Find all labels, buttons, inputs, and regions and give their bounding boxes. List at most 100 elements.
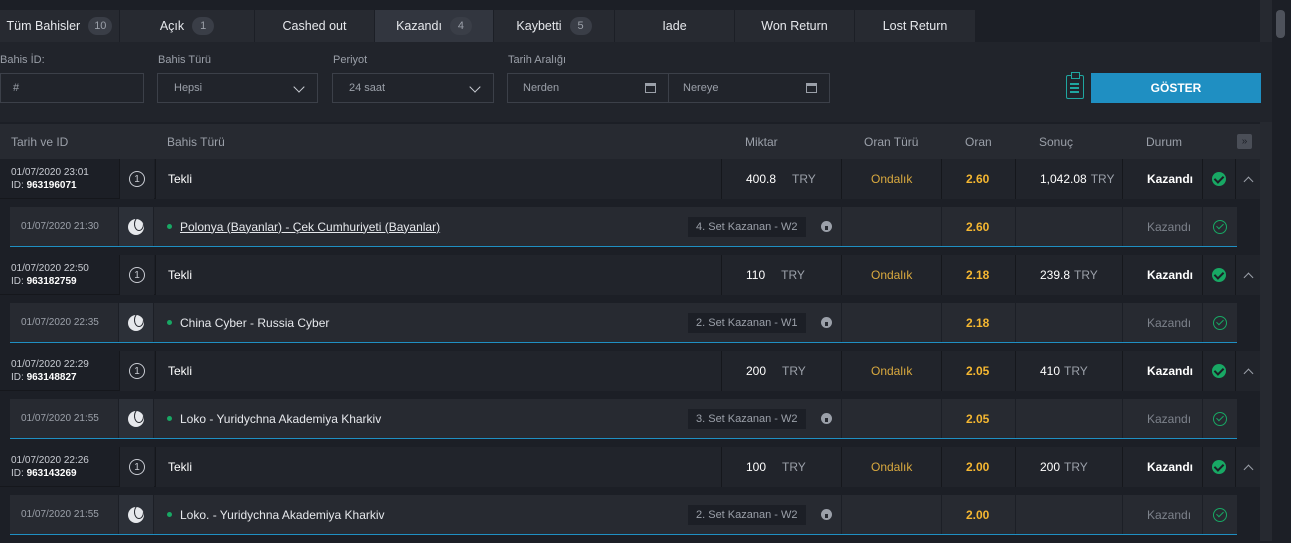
match-name[interactable]: China Cyber - Russia Cyber bbox=[180, 316, 329, 330]
info-button[interactable] bbox=[811, 495, 841, 534]
selection-odds: 2.05 bbox=[941, 399, 1015, 438]
bet-result: 410 TRY bbox=[1015, 351, 1122, 391]
bet-status-icon bbox=[1202, 255, 1235, 295]
info-button[interactable] bbox=[811, 399, 841, 438]
bet-status-icon bbox=[1202, 159, 1235, 199]
selection-odds: 2.00 bbox=[941, 495, 1015, 534]
tab-0[interactable]: Tüm Bahisler 10 bbox=[0, 10, 120, 42]
tab-count-badge: 1 bbox=[192, 17, 215, 35]
match-name[interactable]: Loko - Yuridychna Akademiya Kharkiv bbox=[180, 412, 381, 426]
chevron-up-icon bbox=[1243, 272, 1253, 282]
bet-type: Tekli bbox=[155, 447, 721, 487]
bet-odds: 2.18 bbox=[941, 255, 1015, 295]
period-label: Periyot bbox=[333, 54, 368, 66]
bet-id-value: 963182759 bbox=[26, 276, 77, 287]
bet-number: 1 bbox=[119, 447, 154, 487]
collapse-button[interactable] bbox=[1235, 351, 1260, 391]
bet-id-label: Bahis İD: bbox=[0, 54, 45, 66]
live-dot-icon bbox=[167, 320, 172, 325]
selection-blank bbox=[841, 399, 941, 438]
match-name[interactable]: Loko. - Yuridychna Akademiya Kharkiv bbox=[180, 508, 385, 522]
amount-currency: TRY bbox=[782, 364, 806, 378]
collapse-button[interactable] bbox=[1235, 447, 1260, 487]
tab-4[interactable]: Kaybetti 5 bbox=[494, 10, 615, 42]
bet-number: 1 bbox=[119, 255, 154, 295]
live-dot-icon bbox=[167, 512, 172, 517]
bet-type: Tekli bbox=[155, 351, 721, 391]
tab-2[interactable]: Cashed out bbox=[255, 10, 375, 42]
date-to-placeholder: Nereye bbox=[683, 82, 719, 94]
bet-status-icon bbox=[1202, 447, 1235, 487]
tab-1[interactable]: Açık 1 bbox=[120, 10, 255, 42]
chevron-up-icon bbox=[1243, 464, 1253, 474]
selection-status: Kazandı bbox=[1122, 303, 1202, 342]
amount-value: 100 bbox=[746, 460, 767, 474]
period-select[interactable]: 24 saat bbox=[332, 73, 494, 103]
bet-type-select[interactable]: Hepsi bbox=[157, 73, 318, 103]
tab-count-badge: 4 bbox=[449, 17, 472, 35]
selection-row: 01/07/2020 21:55 Loko - Yuridychna Akadem… bbox=[10, 399, 1237, 439]
bet-amount: 200 TRY bbox=[721, 351, 841, 391]
info-button[interactable] bbox=[811, 207, 841, 246]
bet-odds-type: Ondalık bbox=[841, 351, 941, 391]
bet-row[interactable]: 01/07/2020 22:50 ID: 963182759 1 Tekli 110 TR… bbox=[0, 255, 1260, 295]
volleyball-icon bbox=[128, 410, 144, 427]
result-value: 239.8 bbox=[1040, 268, 1071, 282]
collapse-all-button[interactable]: » bbox=[1237, 134, 1252, 149]
calendar-icon[interactable] bbox=[645, 83, 656, 93]
selection-status: Kazandı bbox=[1122, 495, 1202, 534]
tab-6[interactable]: Won Return bbox=[735, 10, 855, 42]
calendar-icon[interactable] bbox=[806, 83, 817, 93]
tab-3[interactable]: Kazandı 4 bbox=[375, 10, 494, 42]
bet-id-label: ID: bbox=[11, 276, 24, 287]
date-from-input[interactable]: Nerden bbox=[507, 73, 669, 103]
bet-row[interactable]: 01/07/2020 23:01 ID: 963196071 1 Tekli 400.8… bbox=[0, 159, 1260, 199]
col-date-id: Tarih ve ID bbox=[11, 135, 69, 149]
bet-id-value: 963143269 bbox=[26, 468, 77, 479]
tab-7[interactable]: Lost Return bbox=[855, 10, 976, 42]
selection-date: 01/07/2020 21:55 bbox=[21, 509, 99, 520]
collapse-button[interactable] bbox=[1235, 255, 1260, 295]
match-name[interactable]: Polonya (Bayanlar) - Çek Cumhuriyeti (Ba… bbox=[180, 220, 440, 234]
bet-odds-type: Ondalık bbox=[841, 447, 941, 487]
bet-id-value: 963196071 bbox=[26, 180, 77, 191]
selection-status-icon bbox=[1202, 495, 1237, 534]
selection-status: Kazandı bbox=[1122, 207, 1202, 246]
bet-count-badge: 1 bbox=[129, 171, 145, 187]
collapse-button[interactable] bbox=[1235, 159, 1260, 199]
selection-odds: 2.60 bbox=[941, 207, 1015, 246]
bet-type: Tekli bbox=[155, 159, 721, 199]
tab-label: Kazandı bbox=[396, 19, 442, 33]
bet-status: Kazandı bbox=[1122, 159, 1202, 199]
bet-type-value: Hepsi bbox=[174, 82, 203, 94]
bet-odds: 2.00 bbox=[941, 447, 1015, 487]
chevron-up-icon bbox=[1243, 176, 1253, 186]
show-button[interactable]: GÖSTER bbox=[1091, 73, 1261, 103]
selection-date: 01/07/2020 22:35 bbox=[21, 317, 99, 328]
bet-row[interactable]: 01/07/2020 22:29 ID: 963148827 1 Tekli 200 TR… bbox=[0, 351, 1260, 391]
tab-count-badge: 10 bbox=[88, 17, 113, 35]
market-badge: 2. Set Kazanan - W2 bbox=[688, 504, 806, 525]
bet-tabs: Tüm Bahisler 10 Açık 1 Cashed out Kazandı 4 Kay… bbox=[0, 10, 976, 42]
bet-date: 01/07/2020 22:50 bbox=[11, 263, 89, 274]
bet-status: Kazandı bbox=[1122, 351, 1202, 391]
selection-status-icon bbox=[1202, 303, 1237, 342]
result-value: 1,042.08 bbox=[1040, 172, 1087, 186]
bet-row[interactable]: 01/07/2020 22:26 ID: 963143269 1 Tekli 100 TR… bbox=[0, 447, 1260, 487]
sport-cell bbox=[118, 207, 154, 246]
tab-label: Tüm Bahisler bbox=[6, 19, 81, 33]
clipboard-icon[interactable] bbox=[1066, 72, 1084, 99]
bet-amount: 110 TRY bbox=[721, 255, 841, 295]
col-result: Sonuç bbox=[1039, 135, 1074, 149]
bet-id-input[interactable]: # bbox=[0, 73, 144, 103]
tab-5[interactable]: Iade bbox=[615, 10, 735, 42]
scrollbar-thumb[interactable] bbox=[1276, 10, 1285, 38]
col-odds-type: Oran Türü bbox=[864, 135, 919, 149]
date-to-input[interactable]: Nereye bbox=[668, 73, 830, 103]
bet-id-label: ID: bbox=[11, 180, 24, 191]
bet-result: 239.8 TRY bbox=[1015, 255, 1122, 295]
selection-event: Loko. - Yuridychna Akademiya Kharkiv bbox=[167, 495, 385, 534]
market-cell: 2. Set Kazanan - W2 bbox=[688, 495, 806, 534]
check-circle-icon bbox=[1212, 268, 1226, 282]
info-button[interactable] bbox=[811, 303, 841, 342]
